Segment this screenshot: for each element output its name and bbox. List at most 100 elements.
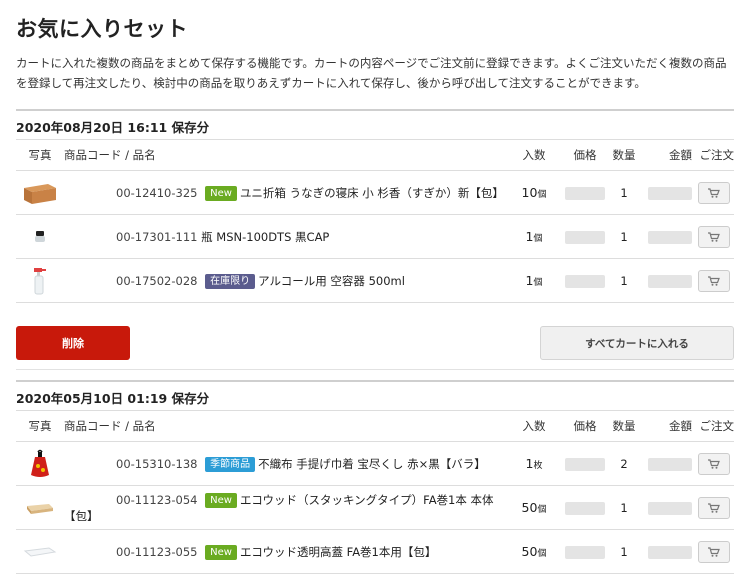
col-order: ご注文 xyxy=(692,139,734,171)
cart-icon xyxy=(708,546,720,557)
amount-blurred xyxy=(648,186,692,200)
set-title: 2020年05月10日 01:19 保存分 xyxy=(16,380,734,410)
clear-lid-thumbnail xyxy=(23,547,57,557)
drawstring-bag-thumbnail xyxy=(31,449,49,477)
price-blurred xyxy=(565,230,605,244)
delete-button[interactable]: 削除 xyxy=(16,326,130,360)
set-actions: 削除 すべてカートに入れる xyxy=(16,303,734,370)
table-row: 00-17301-111 瓶 MSN-100DTS 黒CAP 1個 1 xyxy=(16,214,734,259)
product-name[interactable]: ユニ折箱 うなぎの寝床 小 杉香（すぎか）新【包】 xyxy=(240,186,504,200)
saved-set: 2020年05月10日 01:19 保存分 写真 商品コード / 品名 入数 価… xyxy=(16,380,734,574)
amount-blurred xyxy=(648,457,692,471)
col-price: 価格 xyxy=(562,410,608,442)
set-items-table: 写真 商品コード / 品名 入数 価格 数量 金額 ご注文 xyxy=(16,410,734,574)
table-row: 00-12410-325 New ユニ折箱 うなぎの寝床 小 杉香（すぎか）新【包… xyxy=(16,170,734,215)
product-code[interactable]: 00-15310-138 xyxy=(116,457,197,471)
product-photo[interactable] xyxy=(16,441,64,486)
bottle-thumbnail xyxy=(35,230,45,242)
count-value: 1 xyxy=(608,485,640,530)
product-name[interactable]: 不織布 手提げ巾着 宝尽くし 赤×黒【バラ】 xyxy=(258,457,486,471)
table-header: 写真 商品コード / 品名 入数 価格 数量 金額 ご注文 xyxy=(16,139,734,171)
product-name[interactable]: 瓶 MSN-100DTS 黒CAP xyxy=(201,230,329,244)
count-value: 1 xyxy=(608,529,640,574)
col-name: 商品コード / 品名 xyxy=(64,410,506,442)
product-name[interactable]: アルコール用 空容器 500ml xyxy=(258,274,405,288)
amount-blurred xyxy=(648,545,692,559)
col-photo: 写真 xyxy=(16,410,64,442)
count-value: 2 xyxy=(608,441,640,486)
count-value: 1 xyxy=(608,214,640,259)
amount-blurred xyxy=(648,501,692,515)
amount-blurred xyxy=(648,274,692,288)
qty-unit: 個 xyxy=(533,234,543,244)
count-value: 1 xyxy=(608,170,640,215)
cart-icon xyxy=(708,187,720,198)
product-photo[interactable] xyxy=(16,529,64,574)
col-photo: 写真 xyxy=(16,139,64,171)
page-title: お気に入りセット xyxy=(16,17,188,41)
col-price: 価格 xyxy=(562,139,608,171)
cart-icon xyxy=(708,231,720,242)
table-row: 00-15310-138 季節商品 不織布 手提げ巾着 宝尽くし 赤×黒【バラ】 … xyxy=(16,441,734,486)
new-badge: New xyxy=(205,185,237,201)
product-code[interactable]: 00-17301-111 xyxy=(116,230,197,244)
price-blurred xyxy=(565,501,605,515)
spray-bottle-thumbnail xyxy=(34,267,46,294)
saved-set: 2020年08月20日 16:11 保存分 写真 商品コード / 品名 入数 価… xyxy=(16,109,734,370)
add-to-cart-button[interactable] xyxy=(698,269,730,292)
qty-unit: 個 xyxy=(537,190,547,200)
product-code[interactable]: 00-12410-325 xyxy=(116,186,197,200)
table-row: 00-11123-054 New エコウッド（スタッキングタイプ）FA巻1本 本体… xyxy=(16,485,734,530)
amount-blurred xyxy=(648,230,692,244)
qty-value: 50 xyxy=(521,500,538,515)
add-to-cart-button[interactable] xyxy=(698,225,730,248)
product-code[interactable]: 00-11123-055 xyxy=(116,545,197,559)
limited-stock-badge: 在庫限り xyxy=(205,273,256,289)
col-qty-unit: 入数 xyxy=(506,139,562,171)
product-code[interactable]: 00-17502-028 xyxy=(116,274,197,288)
col-count: 数量 xyxy=(608,139,640,171)
table-row: 00-17502-028 在庫限り アルコール用 空容器 500ml 1個 1 xyxy=(16,258,734,303)
col-amount: 金額 xyxy=(640,410,692,442)
page-description: カートに入れた複数の商品をまとめて保存する機能です。カートの内容ページでご注文前… xyxy=(16,56,727,90)
qty-unit: 個 xyxy=(533,278,543,288)
cart-icon xyxy=(708,275,720,286)
new-badge: New xyxy=(205,544,237,560)
add-to-cart-button[interactable] xyxy=(698,452,730,475)
qty-unit: 個 xyxy=(537,505,547,515)
qty-unit: 個 xyxy=(537,549,547,559)
product-photo[interactable] xyxy=(16,485,64,530)
col-count: 数量 xyxy=(608,410,640,442)
qty-value: 50 xyxy=(521,544,538,559)
table-row: 00-11123-055 New エコウッド透明高蓋 FA巻1本用【包】 50個 … xyxy=(16,529,734,574)
new-badge: New xyxy=(205,492,237,508)
wooden-tray-thumbnail xyxy=(27,503,53,514)
price-blurred xyxy=(565,186,605,200)
seasonal-badge: 季節商品 xyxy=(205,456,256,472)
add-to-cart-button[interactable] xyxy=(698,496,730,519)
col-name: 商品コード / 品名 xyxy=(64,139,506,171)
price-blurred xyxy=(565,274,605,288)
col-amount: 金額 xyxy=(640,139,692,171)
product-photo[interactable] xyxy=(16,214,64,259)
wooden-box-thumbnail xyxy=(24,183,56,204)
product-code[interactable]: 00-11123-054 xyxy=(116,493,197,507)
set-items-table: 写真 商品コード / 品名 入数 価格 数量 金額 ご注文 xyxy=(16,139,734,303)
price-blurred xyxy=(565,545,605,559)
col-qty-unit: 入数 xyxy=(506,410,562,442)
product-name[interactable]: エコウッド透明高蓋 FA巻1本用【包】 xyxy=(240,545,436,559)
table-header: 写真 商品コード / 品名 入数 価格 数量 金額 ご注文 xyxy=(16,410,734,442)
qty-value: 10 xyxy=(521,185,538,200)
cart-icon xyxy=(708,502,720,513)
set-title: 2020年08月20日 16:11 保存分 xyxy=(16,109,734,139)
favorites-page: お気に入りセット カートに入れた複数の商品をまとめて保存する機能です。カートの内… xyxy=(0,0,750,574)
qty-unit: 枚 xyxy=(533,461,543,471)
add-all-to-cart-button[interactable]: すべてカートに入れる xyxy=(540,326,734,360)
cart-icon xyxy=(708,458,720,469)
price-blurred xyxy=(565,457,605,471)
add-to-cart-button[interactable] xyxy=(698,181,730,204)
col-order: ご注文 xyxy=(692,410,734,442)
product-photo[interactable] xyxy=(16,170,64,215)
product-photo[interactable] xyxy=(16,258,64,303)
add-to-cart-button[interactable] xyxy=(698,540,730,563)
